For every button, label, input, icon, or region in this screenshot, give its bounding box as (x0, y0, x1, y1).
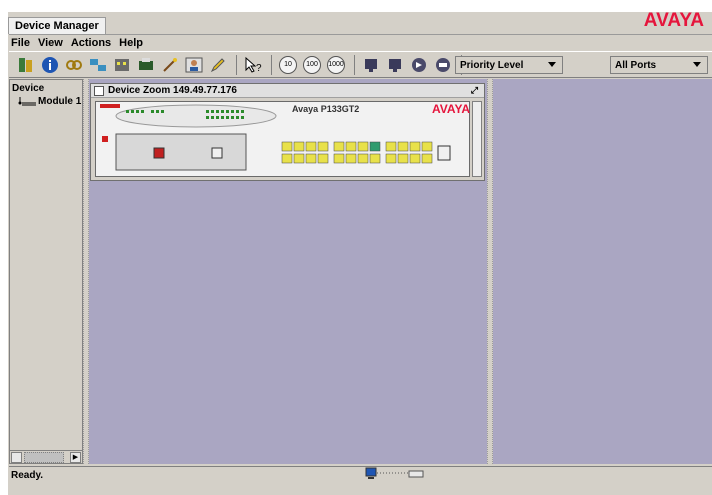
toolbar-separator (236, 54, 237, 75)
priority-level-dropdown[interactable]: Priority Level (455, 56, 563, 74)
scroll-right-button[interactable]: ▶ (70, 452, 81, 463)
speed-100-button[interactable]: 100 (301, 55, 323, 75)
device-icon[interactable] (15, 55, 37, 75)
tree-horizontal-scrollbar[interactable]: ▶ (10, 450, 82, 463)
menu-actions[interactable]: Actions (71, 37, 111, 49)
toolbar: ? 10 100 1000 (9, 51, 712, 78)
window-icon (94, 85, 104, 96)
speed-100-label: 100 (303, 55, 321, 74)
priority-level-value: Priority Level (460, 59, 524, 71)
toolbar-separator (271, 54, 272, 75)
chevron-down-icon (693, 62, 701, 67)
network-icon[interactable] (87, 55, 109, 75)
device-zoom-window[interactable]: Device Zoom 149.49.77.176 ⤢ (90, 83, 485, 181)
menu-view[interactable]: View (38, 37, 63, 49)
port-disable-icon[interactable] (384, 55, 406, 75)
refresh-icon[interactable] (408, 55, 430, 75)
pencil-icon[interactable] (207, 55, 229, 75)
connection-status-icon (365, 467, 429, 486)
speed-1000-label: 1000 (327, 55, 345, 74)
device-zoom-titlebar[interactable]: Device Zoom 149.49.77.176 ⤢ (91, 84, 484, 98)
speed-10-label: 10 (279, 55, 297, 74)
device-tree: Device Module 1 ▶ (9, 79, 83, 464)
port-enable-icon[interactable] (360, 55, 382, 75)
device-chassis (95, 101, 470, 177)
device-zoom-title: Device Zoom 149.49.77.176 (108, 85, 237, 96)
all-ports-value: All Ports (615, 59, 657, 71)
help-pointer-icon[interactable]: ? (242, 55, 264, 75)
status-bar: Ready. (9, 466, 712, 483)
menu-file[interactable]: File (11, 37, 30, 49)
app-title-tab: Device Manager (8, 17, 106, 34)
scroll-thumb[interactable] (24, 452, 64, 463)
speed-1000-button[interactable]: 1000 (325, 55, 347, 75)
sync-icon[interactable] (432, 55, 454, 75)
menu-help[interactable]: Help (119, 37, 143, 49)
user-icon[interactable] (183, 55, 205, 75)
zoom-vertical-scrollbar[interactable] (472, 101, 482, 177)
link-icon[interactable] (63, 55, 85, 75)
config-icon[interactable] (135, 55, 157, 75)
menu-bar: File View Actions Help (9, 34, 712, 51)
avaya-logo: AVAYA (643, 10, 704, 31)
right-pane (493, 79, 712, 464)
toolbar-separator (354, 54, 355, 75)
status-text: Ready. (11, 469, 44, 481)
chassis-avaya-logo: AVAYA (432, 102, 471, 116)
speed-10-button[interactable]: 10 (277, 55, 299, 75)
wizard-icon[interactable] (159, 55, 181, 75)
chassis-drawing (96, 102, 469, 176)
chevron-down-icon (548, 62, 556, 67)
tree-item-module-1[interactable]: Module 1 (18, 96, 81, 107)
maximize-icon[interactable]: ⤢ (471, 85, 478, 96)
svg-text:?: ? (256, 63, 262, 74)
all-ports-dropdown[interactable]: All Ports (610, 56, 708, 74)
tree-connector-icon (18, 96, 36, 105)
info-icon[interactable] (39, 55, 61, 75)
tree-root-device[interactable]: Device (12, 83, 44, 94)
module-icon[interactable] (111, 55, 133, 75)
scroll-left-button[interactable] (11, 452, 22, 463)
device-model-label: Avaya P133GT2 (292, 104, 360, 114)
tree-item-label: Module 1 (38, 96, 82, 107)
